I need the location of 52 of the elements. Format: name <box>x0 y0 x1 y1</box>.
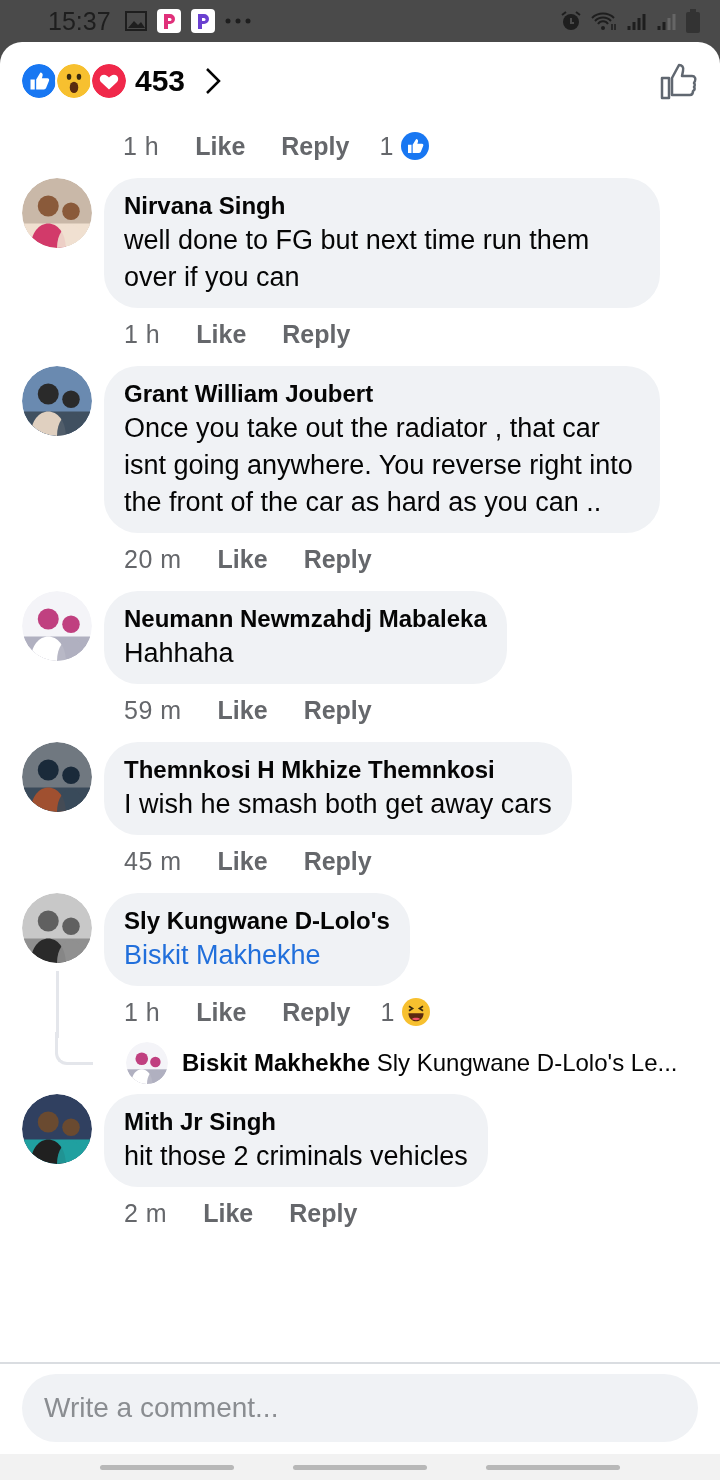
comment-time: 20 m <box>124 544 182 574</box>
app-icon <box>156 9 181 33</box>
reaction-count: 1 <box>380 997 395 1027</box>
like-link[interactable]: Like <box>195 131 246 161</box>
comment-time: 59 m <box>124 695 182 725</box>
comment-author: Sly Kungwane D-Lolo's <box>124 906 390 936</box>
reply-link[interactable]: Reply <box>303 695 372 725</box>
love-reaction-icon <box>90 62 128 100</box>
comment-author: Neumann Newmzahdj Mabaleka <box>124 604 487 634</box>
like-reaction-icon <box>401 132 430 160</box>
app-icon <box>190 9 215 33</box>
alarm-icon <box>560 10 582 32</box>
like-link[interactable]: Like <box>196 319 247 349</box>
thread-connector <box>55 1031 93 1065</box>
comment-author: Mith Jr Singh <box>124 1107 277 1137</box>
more-icon <box>224 18 251 24</box>
reaction-count: 1 <box>379 131 394 161</box>
reply-link[interactable]: Reply <box>281 131 350 161</box>
wifi-icon <box>590 10 618 32</box>
reaction-count[interactable]: 453 <box>135 64 186 98</box>
mention-link[interactable]: Biskit Makhekhe <box>124 937 390 974</box>
comment-author: Nirvana Singh <box>124 191 287 221</box>
like-link[interactable]: Like <box>217 544 268 574</box>
comment-time: 1 h <box>123 131 160 161</box>
chevron-right-icon[interactable] <box>205 67 222 95</box>
like-link[interactable]: Like <box>217 695 268 725</box>
like-link[interactable]: Like <box>203 1198 254 1228</box>
comment-text: Hahhaha <box>124 637 235 670</box>
comment-text: hit those 2 criminals vehicles <box>124 1140 468 1173</box>
comment-author: Grant William Joubert <box>124 379 375 409</box>
reply-link[interactable]: Reply <box>303 544 372 574</box>
reply-link[interactable]: Reply <box>303 846 372 876</box>
wow-reaction-icon <box>55 62 93 100</box>
comment-text: I wish he smash both get away cars <box>124 788 552 821</box>
haha-reaction-icon <box>402 998 431 1026</box>
comment-time: 1 h <box>124 319 161 349</box>
like-link[interactable]: Like <box>217 846 268 876</box>
comment-time: 45 m <box>124 846 182 876</box>
reply-preview[interactable]: Biskit Makhekhe Sly Kungwane D-Lolo's Le... <box>182 1049 678 1077</box>
comment-text: Once you take out the radiator , that car isnt going anywhere. You reverse right into the front of the car as hard as you can .. <box>124 412 634 519</box>
comment-input[interactable]: Write a comment... <box>22 1374 698 1442</box>
like-link[interactable]: Like <box>196 997 247 1027</box>
like-icon[interactable] <box>660 62 698 100</box>
like-reaction-icon <box>20 62 58 100</box>
reply-link[interactable]: Reply <box>282 319 351 349</box>
comment-author: Themnkosi H Mkhize Themnkosi <box>124 755 496 785</box>
reply-link[interactable]: Reply <box>282 997 351 1027</box>
comment-text: well done to FG but next time run them over if you can <box>124 224 591 294</box>
comment-time: 2 m <box>124 1198 168 1228</box>
reply-link[interactable]: Reply <box>289 1198 358 1228</box>
comment-time: 1 h <box>124 997 161 1027</box>
gallery-icon <box>124 11 147 31</box>
